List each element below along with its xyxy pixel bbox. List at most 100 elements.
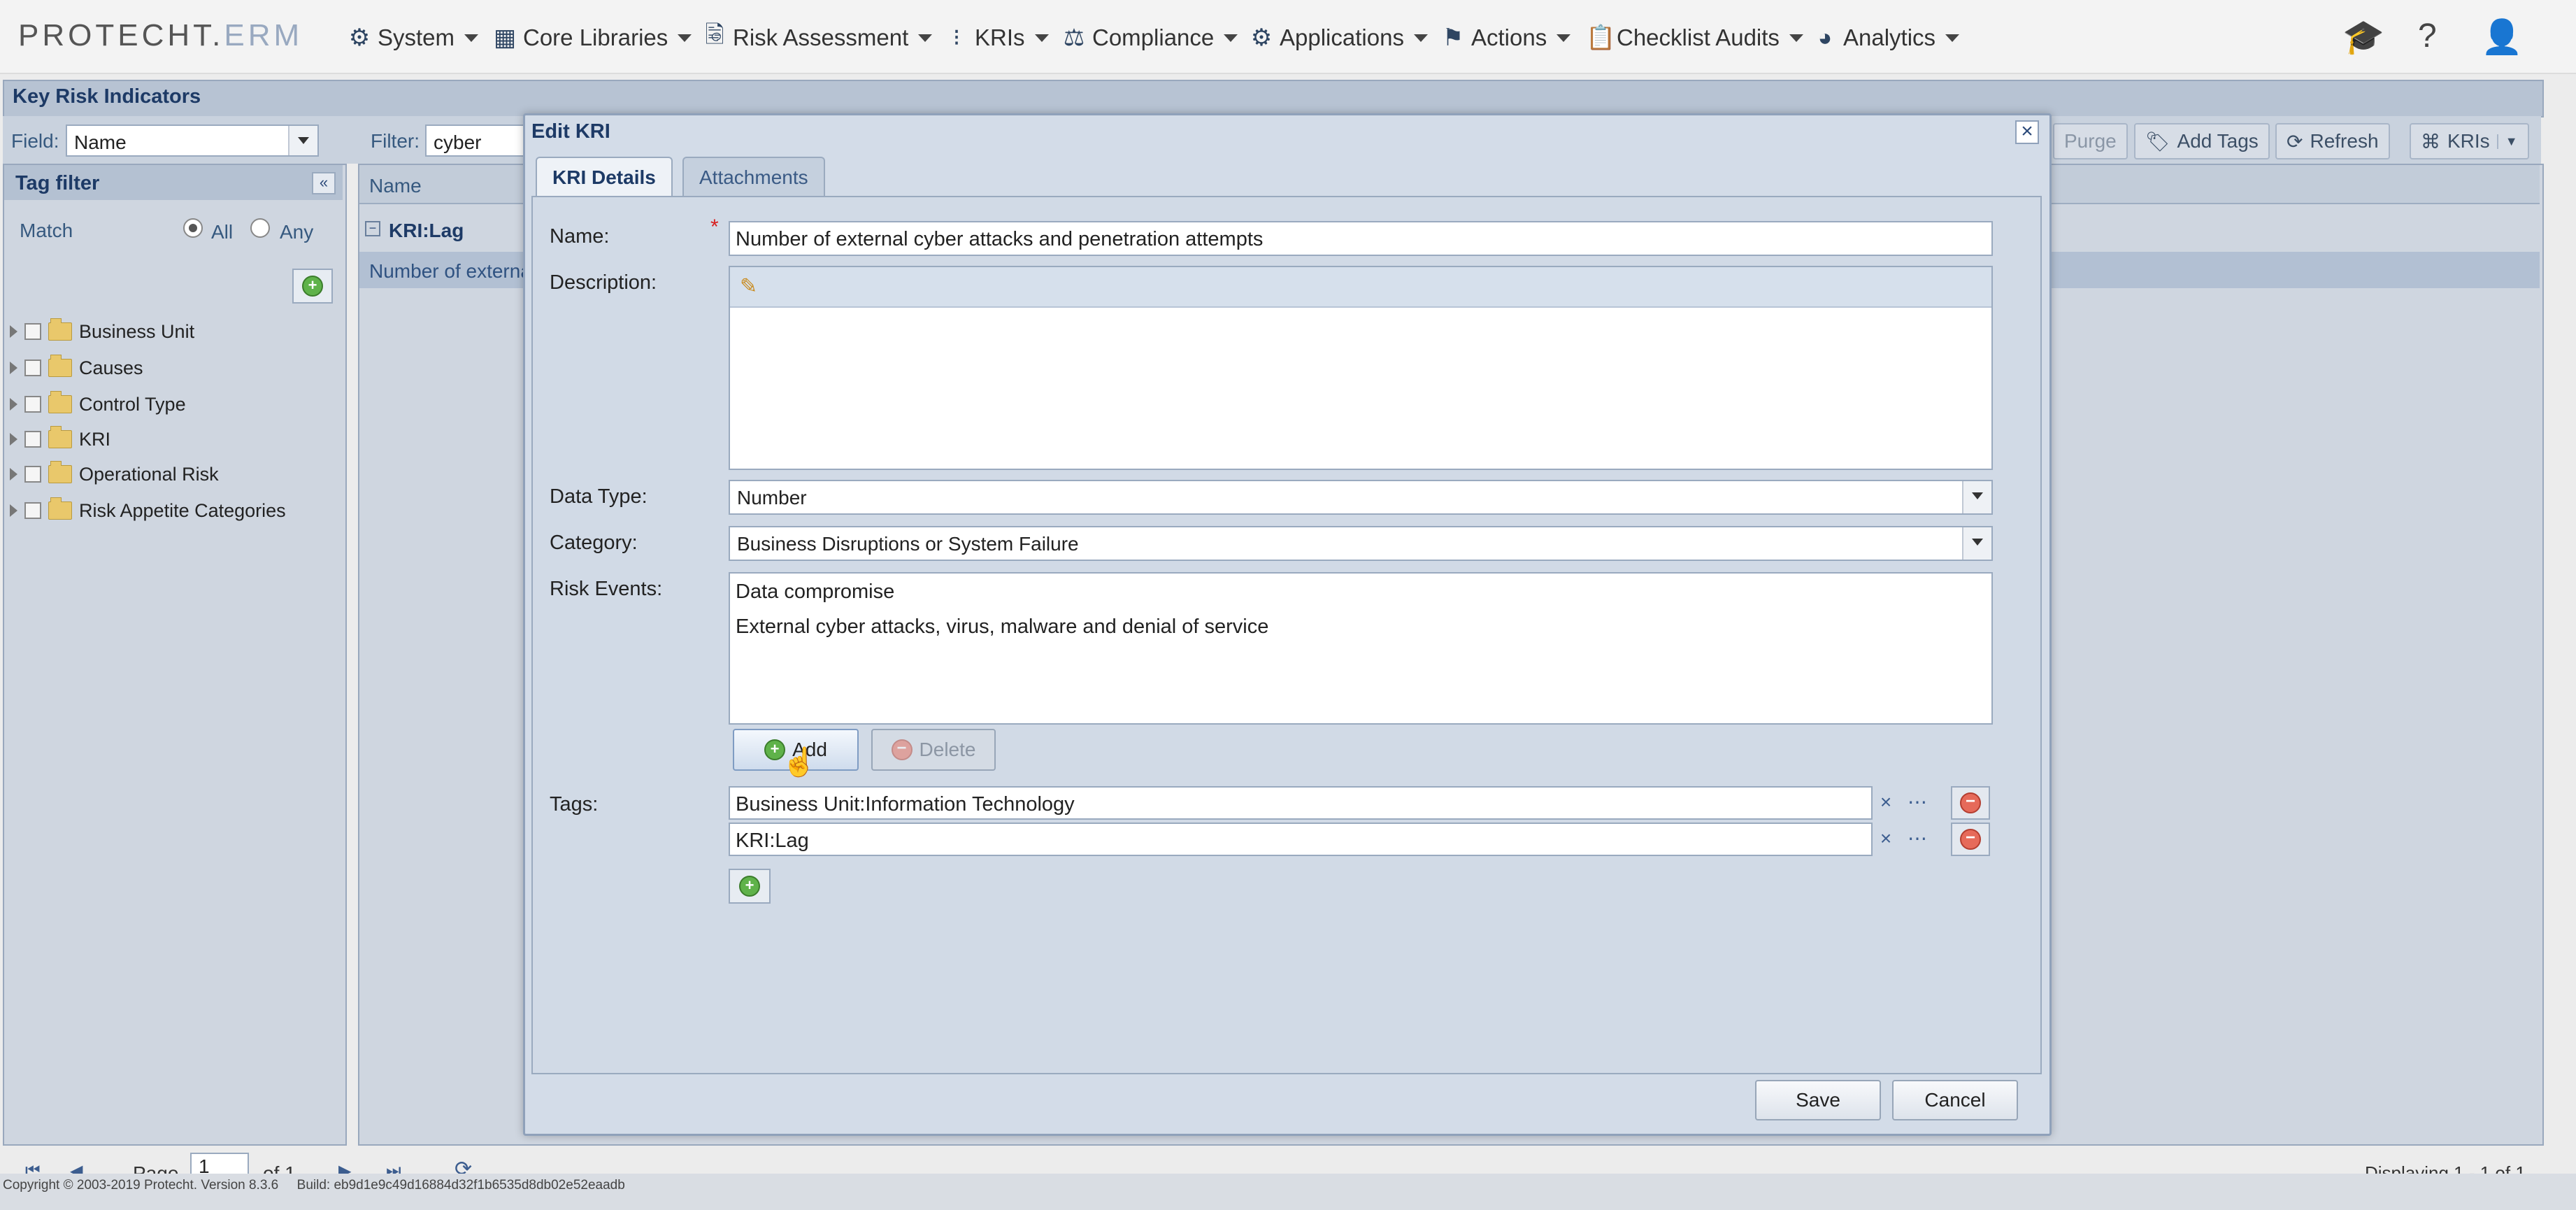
expand-arrow-icon[interactable] <box>10 468 17 481</box>
plus-icon: + <box>302 276 323 297</box>
nav-compliance[interactable]: ⚖ Compliance <box>1061 22 1238 53</box>
nav-system-label: System <box>378 24 455 50</box>
tag-checkbox[interactable] <box>24 431 41 448</box>
expand-arrow-icon[interactable] <box>10 504 17 517</box>
tag-field[interactable]: Business Unit:Information Technology <box>729 786 1873 820</box>
remove-tag-button[interactable]: − <box>1951 823 1990 856</box>
save-button[interactable]: Save <box>1755 1080 1881 1120</box>
tag-checkbox[interactable] <box>24 323 41 340</box>
nav-applications[interactable]: ⚙ Applications <box>1249 22 1428 53</box>
chevron-down-icon: ▼ <box>2496 134 2518 149</box>
tag-tree-label: Causes <box>79 357 143 378</box>
remove-tag-button[interactable]: − <box>1951 786 1990 820</box>
nav-system[interactable]: ⚙ System <box>347 22 479 53</box>
add-tag-filter-button[interactable]: + <box>292 269 333 304</box>
tag-tree-item[interactable]: Business Unit <box>10 318 194 346</box>
delete-risk-event-button[interactable]: − Delete <box>871 729 996 771</box>
gear-icon: ⚙ <box>1250 24 1273 51</box>
cancel-button[interactable]: Cancel <box>1892 1080 2018 1120</box>
nav-core-libraries[interactable]: ▦ Core Libraries <box>492 22 692 53</box>
nav-analytics[interactable]: ◕ Analytics <box>1812 22 1960 53</box>
tag-checkbox[interactable] <box>24 360 41 376</box>
tag-checkbox[interactable] <box>24 396 41 413</box>
folder-icon <box>48 497 72 520</box>
expand-arrow-icon[interactable] <box>10 325 17 338</box>
editor-toolbar <box>730 267 1991 308</box>
refresh-button[interactable]: ⟳ Refresh <box>2275 123 2390 159</box>
name-label: Name: <box>550 225 610 248</box>
collapse-group-icon[interactable]: − <box>365 221 380 236</box>
expand-arrow-icon[interactable] <box>10 398 17 411</box>
field-select[interactable]: Name <box>66 124 319 157</box>
user-icon[interactable]: 👤 <box>2481 17 2523 57</box>
tag-checkbox[interactable] <box>24 502 41 519</box>
pencil-icon[interactable]: ✎ <box>740 274 757 299</box>
match-any-radio[interactable] <box>250 218 270 238</box>
category-select[interactable]: Business Disruptions or System Failure <box>729 526 1993 561</box>
close-icon[interactable]: × <box>2015 120 2039 144</box>
protecht-logo[interactable]: PROTECHT.ERM <box>18 18 303 53</box>
name-field[interactable]: Number of external cyber attacks and pen… <box>729 221 1993 256</box>
chevron-down-icon <box>918 34 933 42</box>
expand-arrow-icon[interactable] <box>10 362 17 374</box>
clear-icon[interactable]: × <box>1875 823 1896 855</box>
chevron-down-icon <box>1557 34 1571 42</box>
kris-menu-button[interactable]: ⌘ KRIs ▼ <box>2410 123 2529 159</box>
refresh-icon: ⟳ <box>2287 130 2303 152</box>
nav-risk-assessment[interactable]: 🗟 Risk Assessment <box>702 22 933 53</box>
nav-checklist-audits-label: Checklist Audits <box>1617 24 1780 50</box>
chevron-down-icon[interactable] <box>1962 481 1991 513</box>
build-id: Build: eb9d1e9c49d16884d32f1b6535d8db02e… <box>296 1178 625 1193</box>
minus-icon: − <box>1960 829 1981 850</box>
nav-kris-label: KRIs <box>975 24 1025 50</box>
tag-tree-item[interactable]: Control Type <box>10 390 186 418</box>
grid-group-label: KRI:Lag <box>389 220 464 241</box>
minus-icon: − <box>891 739 913 760</box>
purge-button[interactable]: Purge <box>2053 123 2128 159</box>
tag-tree-item[interactable]: Causes <box>10 354 143 382</box>
add-tags-button[interactable]: 🏷 Add Tags <box>2134 123 2270 159</box>
collapse-panel-icon[interactable]: « <box>312 172 336 194</box>
field-label: Field: <box>11 130 59 152</box>
clear-icon[interactable]: × <box>1875 786 1896 818</box>
list-item[interactable]: Data compromise <box>736 581 894 604</box>
category-label: Category: <box>550 532 638 554</box>
tag-tree-item[interactable]: Operational Risk <box>10 460 219 488</box>
description-editor[interactable]: ✎ <box>729 266 1993 470</box>
chevron-down-icon <box>1789 34 1803 42</box>
tag-icon: 🏷 <box>2145 130 2170 152</box>
nav-kris[interactable]: ⁝ KRIs <box>944 22 1049 53</box>
filter-input[interactable]: cyber <box>425 124 530 157</box>
folder-icon <box>48 426 72 448</box>
nav-actions-label: Actions <box>1471 24 1547 50</box>
column-header-name[interactable]: Name <box>369 175 422 197</box>
tag-field[interactable]: KRI:Lag <box>729 823 1873 856</box>
tag-tree-item[interactable]: Risk Appetite Categories <box>10 497 286 525</box>
tab-attachments[interactable]: Attachments <box>682 157 825 196</box>
help-icon[interactable]: ? <box>2418 17 2437 55</box>
add-tag-button[interactable]: + <box>729 869 771 904</box>
nav-actions[interactable]: ⚑ Actions <box>1440 22 1571 53</box>
tag-field-value: Business Unit:Information Technology <box>736 793 1075 816</box>
graduation-cap-icon[interactable]: 🎓 <box>2342 17 2384 57</box>
chevron-down-icon <box>1945 34 1960 42</box>
tag-tree-label: Risk Appetite Categories <box>79 499 286 521</box>
match-all-radio[interactable] <box>183 218 203 238</box>
risk-events-list[interactable]: Data compromise External cyber attacks, … <box>729 572 1993 725</box>
tag-checkbox[interactable] <box>24 466 41 483</box>
nav-analytics-label: Analytics <box>1843 24 1936 50</box>
chevron-down-icon <box>678 34 692 42</box>
list-item[interactable]: External cyber attacks, virus, malware a… <box>736 615 1268 639</box>
nav-checklist-audits[interactable]: 📋 Checklist Audits <box>1586 22 1803 53</box>
save-label: Save <box>1796 1089 1840 1111</box>
add-tags-label: Add Tags <box>2177 130 2259 152</box>
chevron-down-icon[interactable] <box>288 126 317 155</box>
expand-arrow-icon[interactable] <box>10 433 17 446</box>
tab-kri-details[interactable]: KRI Details <box>536 157 673 197</box>
chevron-down-icon[interactable] <box>1962 527 1991 560</box>
required-indicator: * <box>710 215 719 239</box>
more-icon[interactable]: ⋯ <box>1906 823 1929 855</box>
more-icon[interactable]: ⋯ <box>1906 786 1929 818</box>
tag-tree-item[interactable]: KRI <box>10 425 110 453</box>
data-type-select[interactable]: Number <box>729 480 1993 515</box>
